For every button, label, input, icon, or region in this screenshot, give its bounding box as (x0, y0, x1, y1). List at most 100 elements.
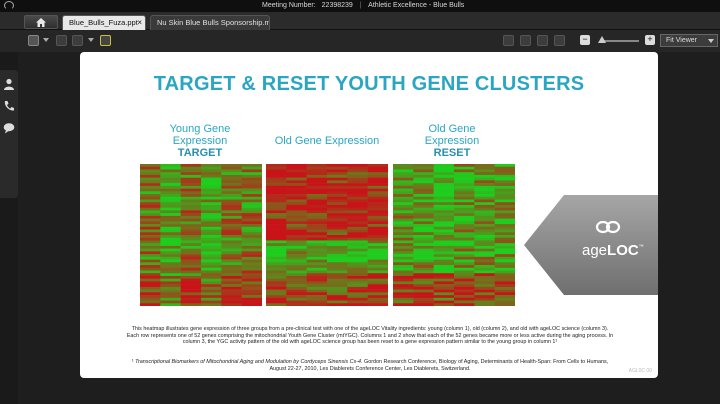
heatmap-cell (286, 284, 307, 288)
heatmap-cell (494, 169, 515, 173)
heatmap-cell (180, 243, 202, 247)
heatmap-cell (393, 183, 414, 187)
heatmap-cell (241, 254, 262, 258)
heatmap-cell (306, 172, 328, 176)
heatmap-cell (433, 237, 455, 241)
highlight-tool-button[interactable] (100, 35, 111, 46)
heatmap-cell (266, 251, 287, 255)
heatmap-cell (140, 284, 161, 288)
heatmap-cell (180, 235, 202, 239)
more-button[interactable] (554, 35, 565, 46)
heatmap-cell (160, 169, 181, 173)
heatmap-cell (201, 275, 222, 279)
heatmap-cell (433, 213, 455, 217)
zoom-out-button[interactable]: − (580, 35, 590, 45)
heatmap-cell (393, 235, 414, 239)
heatmap-cell (367, 267, 388, 271)
user-icon[interactable] (3, 78, 15, 90)
annotation-tool-button[interactable] (28, 35, 39, 46)
heatmap-cell (433, 232, 455, 236)
heatmap-cell (180, 265, 202, 269)
heatmap-cell (327, 303, 348, 306)
heatmap-cell (286, 229, 307, 233)
heatmap-cell (494, 235, 515, 239)
heatmap-cell (160, 210, 181, 214)
heatmap-cell (286, 240, 307, 244)
heatmap-cell (433, 199, 455, 203)
heatmap-cell (433, 254, 455, 258)
heatmap-cell (347, 204, 368, 208)
heatmap-cell (241, 292, 262, 296)
heatmap-cell (347, 273, 368, 277)
fit-viewer-select[interactable]: Fit Viewer (660, 34, 718, 47)
heatmap-cell (494, 172, 515, 176)
heatmap-cell (160, 237, 181, 241)
tab-blue-bulls-ppt[interactable]: Blue_Bulls_Fuza.ppt × (62, 15, 146, 30)
chat-icon[interactable] (3, 122, 15, 134)
pointer-tool-button[interactable] (72, 35, 83, 46)
phone-icon[interactable] (3, 100, 15, 112)
heatmap-cell (327, 194, 348, 198)
heatmap-cell (474, 295, 495, 299)
heatmap-cell (306, 245, 328, 249)
heatmap-cell (413, 248, 434, 252)
heatmap-cell (286, 180, 307, 184)
column-heading-young: Young Gene Expression TARGET (138, 123, 262, 159)
heatmap-cell (306, 295, 328, 299)
heatmap-cell (347, 248, 368, 252)
heatmap-cell (393, 251, 414, 255)
close-tab-icon[interactable]: × (137, 16, 142, 30)
heatmap-cell (266, 199, 287, 203)
heatmap-cell (180, 169, 202, 173)
zoom-in-button[interactable]: + (645, 35, 655, 45)
heatmap-cell (160, 185, 181, 189)
heatmap-cell (140, 292, 161, 296)
heatmap-cell (327, 286, 348, 290)
heatmap-cell (221, 295, 242, 299)
heatmap-cell (454, 256, 475, 260)
heatmap-cell (221, 256, 242, 260)
heatmap-cell (266, 169, 287, 173)
rotate-button[interactable] (503, 35, 514, 46)
heatmap-cell (201, 262, 222, 266)
heatmap-cell (180, 262, 202, 266)
heatmap-cell (266, 224, 287, 228)
heatmap-cell (140, 300, 161, 304)
chevron-down-icon[interactable] (43, 38, 49, 42)
heatmap-cell (241, 226, 262, 230)
heatmap-cell (306, 207, 328, 211)
heatmap-cell (266, 202, 287, 206)
heatmap-cell (286, 286, 307, 290)
text-tool-button[interactable] (56, 35, 67, 46)
heatmap-cell (286, 254, 307, 258)
heatmap-cell (367, 295, 388, 299)
meeting-title: Athletic Excellence - Blue Bulls (368, 2, 465, 9)
heatmap-cell (160, 289, 181, 293)
tab-sponsorship[interactable]: Nu Skin Blue Bulls Sponsorship.m (150, 15, 270, 30)
home-button[interactable] (24, 15, 58, 29)
heatmap-cell (201, 188, 222, 192)
heatmap-cell (180, 185, 202, 189)
heatmap-cell (367, 300, 388, 304)
heatmap-cell (347, 215, 368, 219)
zoom-slider-thumb[interactable] (598, 36, 606, 43)
heatmap-cell (347, 202, 368, 206)
heatmap-cell (306, 174, 328, 178)
heatmap-cell (306, 232, 328, 236)
heatmap-cell (306, 180, 328, 184)
heatmap-cell (433, 284, 455, 288)
zoom-slider[interactable] (601, 40, 639, 42)
save-button[interactable] (537, 35, 548, 46)
heatmap-cell (413, 202, 434, 206)
sync-button[interactable] (520, 35, 531, 46)
heatmap-cell (241, 270, 262, 274)
heatmap-cell (286, 226, 307, 230)
heatmap-cell (433, 248, 455, 252)
heatmap-cell (474, 286, 495, 290)
heatmap-cell (474, 221, 495, 225)
heatmap-cell (347, 295, 368, 299)
heatmap-cell (286, 202, 307, 206)
chevron-down-icon[interactable] (88, 38, 94, 42)
heatmap-cell (413, 224, 434, 228)
heatmap-cell (454, 286, 475, 290)
